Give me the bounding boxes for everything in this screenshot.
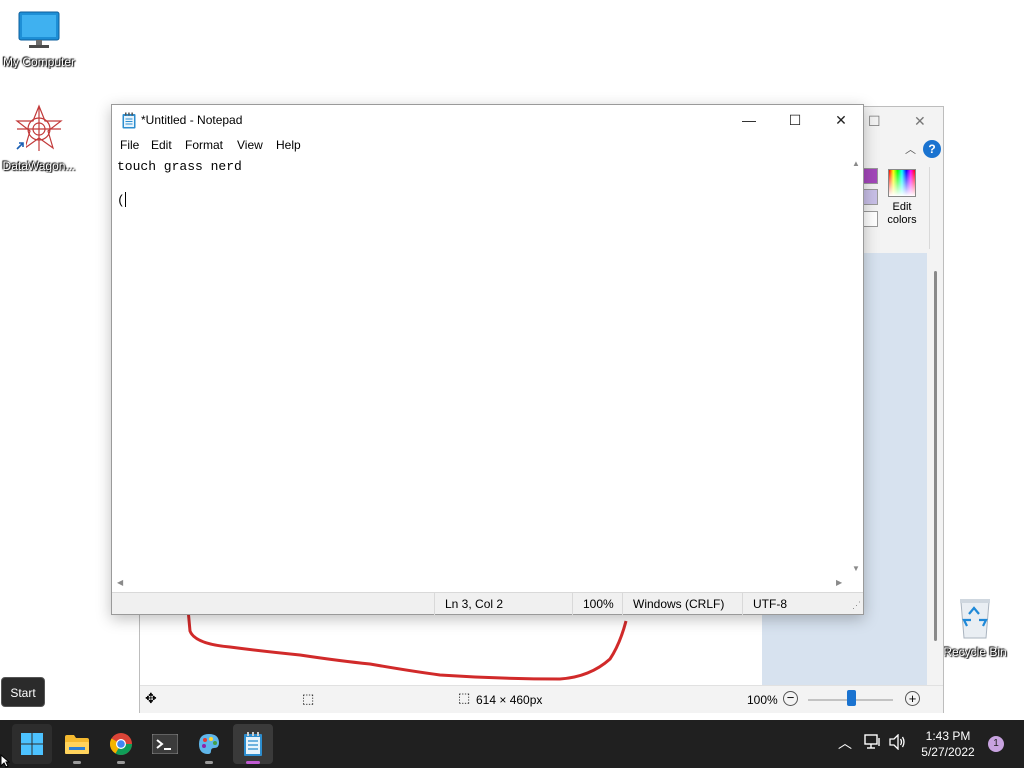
menu-bar: File Edit Format View Help bbox=[112, 135, 863, 155]
notepad-window[interactable]: *Untitled - Notepad — ☐ ✕ File Edit Form… bbox=[111, 104, 864, 615]
menu-file[interactable]: File bbox=[120, 138, 139, 152]
resize-grip-icon[interactable]: ⋰ bbox=[852, 600, 861, 611]
vertical-scrollbar[interactable]: ▲ ▼ bbox=[849, 157, 863, 577]
color-swatch-purple[interactable] bbox=[862, 168, 878, 184]
zoom-slider-thumb[interactable] bbox=[847, 690, 856, 706]
notepad-icon bbox=[243, 731, 263, 760]
notepad-app-icon bbox=[122, 112, 136, 132]
text-editor[interactable]: touch grass nerd ​ ( bbox=[112, 155, 847, 577]
maximize-button[interactable]: ☐ bbox=[772, 105, 818, 135]
scroll-up-arrow-icon[interactable]: ▲ bbox=[852, 159, 860, 168]
color-swatch-empty[interactable] bbox=[862, 211, 878, 227]
menu-help[interactable]: Help bbox=[276, 138, 301, 152]
menu-view[interactable]: View bbox=[237, 138, 263, 152]
scrollbar-thumb[interactable] bbox=[934, 271, 937, 641]
color-wheel-icon bbox=[888, 169, 916, 197]
chrome-icon bbox=[109, 732, 133, 759]
notification-badge[interactable]: 1 bbox=[988, 736, 1004, 752]
datawagon-app-icon bbox=[0, 104, 78, 157]
file-explorer-icon bbox=[65, 734, 89, 757]
running-indicator bbox=[246, 761, 260, 764]
text-caret bbox=[124, 192, 126, 207]
recycle-bin-icon bbox=[936, 596, 1014, 643]
window-title: *Untitled - Notepad bbox=[141, 113, 243, 127]
running-indicator bbox=[73, 761, 81, 764]
start-button[interactable] bbox=[12, 724, 52, 764]
desktop-icon-recycle-bin[interactable]: Recycle Bin bbox=[936, 596, 1014, 659]
collapse-ribbon-icon[interactable]: ︿ bbox=[905, 141, 916, 157]
notepad-status-bar: Ln 3, Col 2 100% Windows (CRLF) UTF-8 ⋰ bbox=[112, 592, 863, 615]
clock-date: 5/27/2022 bbox=[921, 745, 975, 759]
terminal-icon bbox=[151, 733, 179, 757]
network-icon[interactable] bbox=[864, 734, 882, 754]
scroll-right-arrow-icon[interactable]: ▶ bbox=[836, 578, 842, 587]
chevron-up-icon[interactable]: ︿ bbox=[838, 733, 852, 753]
color-swatch-lavender[interactable] bbox=[862, 189, 878, 205]
move-cursor-icon: ✥ bbox=[145, 690, 157, 706]
taskbar-notepad[interactable] bbox=[233, 724, 273, 764]
close-button[interactable]: ✕ bbox=[818, 105, 864, 135]
paint-zoom-level: 100% bbox=[747, 693, 778, 707]
edit-colors-label: Edit bbox=[892, 201, 912, 213]
scroll-left-arrow-icon[interactable]: ◀ bbox=[117, 578, 123, 587]
cursor-position: Ln 3, Col 2 bbox=[434, 593, 572, 615]
paint-maximize-button[interactable]: ☐ bbox=[868, 113, 881, 130]
clock-time: 1:43 PM bbox=[925, 729, 971, 743]
volume-icon[interactable] bbox=[889, 733, 907, 754]
text-line: touch grass nerd bbox=[117, 159, 242, 174]
zoom-out-button[interactable]: − bbox=[783, 691, 798, 706]
minimize-button[interactable]: — bbox=[726, 105, 772, 135]
paint-close-button[interactable]: ✕ bbox=[914, 113, 926, 130]
paint-icon bbox=[197, 732, 221, 759]
taskbar: ︿ 1:43 PM 5/27/2022 1 bbox=[0, 720, 1024, 768]
desktop-icon-my-computer[interactable]: My Computer bbox=[0, 10, 78, 69]
taskbar-terminal[interactable] bbox=[145, 724, 185, 764]
running-indicator bbox=[117, 761, 125, 764]
desktop-icon-label: My Computer bbox=[2, 55, 76, 69]
edit-colors-label: colors bbox=[887, 214, 917, 226]
zoom-in-button[interactable]: + bbox=[905, 691, 920, 706]
line-ending: Windows (CRLF) bbox=[622, 593, 742, 615]
image-size-icon: ⬚ bbox=[458, 690, 471, 705]
edit-colors-button[interactable]: Edit colors bbox=[882, 167, 922, 235]
desktop-icon-label: DataWagon... bbox=[2, 159, 76, 173]
desktop-icon-datawagon[interactable]: DataWagon... bbox=[0, 104, 78, 173]
scroll-down-arrow-icon[interactable]: ▼ bbox=[852, 564, 860, 573]
paint-status-bar: ✥ ⬚ ⬚ 614 × 460px 100% − + bbox=[140, 685, 943, 713]
running-indicator bbox=[205, 761, 213, 764]
desktop-icon-label: Recycle Bin bbox=[943, 645, 1007, 659]
menu-edit[interactable]: Edit bbox=[151, 138, 172, 152]
text-line: ( bbox=[117, 193, 125, 208]
zoom-level: 100% bbox=[572, 593, 622, 615]
selection-size-icon: ⬚ bbox=[302, 691, 315, 706]
taskbar-paint[interactable] bbox=[189, 724, 229, 764]
clock[interactable]: 1:43 PM 5/27/2022 bbox=[912, 728, 984, 760]
paint-vertical-scrollbar[interactable] bbox=[927, 253, 943, 687]
notepad-title-bar[interactable]: *Untitled - Notepad — ☐ ✕ bbox=[112, 105, 863, 135]
ribbon-divider bbox=[929, 167, 930, 249]
help-icon[interactable]: ? bbox=[923, 140, 941, 158]
mouse-pointer-icon bbox=[0, 753, 11, 768]
encoding: UTF-8 bbox=[742, 593, 848, 615]
start-icon bbox=[21, 733, 43, 758]
horizontal-scrollbar[interactable]: ◀ ▶ bbox=[112, 577, 863, 591]
image-dimensions: 614 × 460px bbox=[476, 693, 543, 707]
taskbar-file-explorer[interactable] bbox=[57, 724, 97, 764]
start-tooltip: Start bbox=[1, 677, 45, 707]
menu-format[interactable]: Format bbox=[185, 138, 223, 152]
taskbar-chrome[interactable] bbox=[101, 724, 141, 764]
monitor-icon bbox=[0, 10, 78, 53]
